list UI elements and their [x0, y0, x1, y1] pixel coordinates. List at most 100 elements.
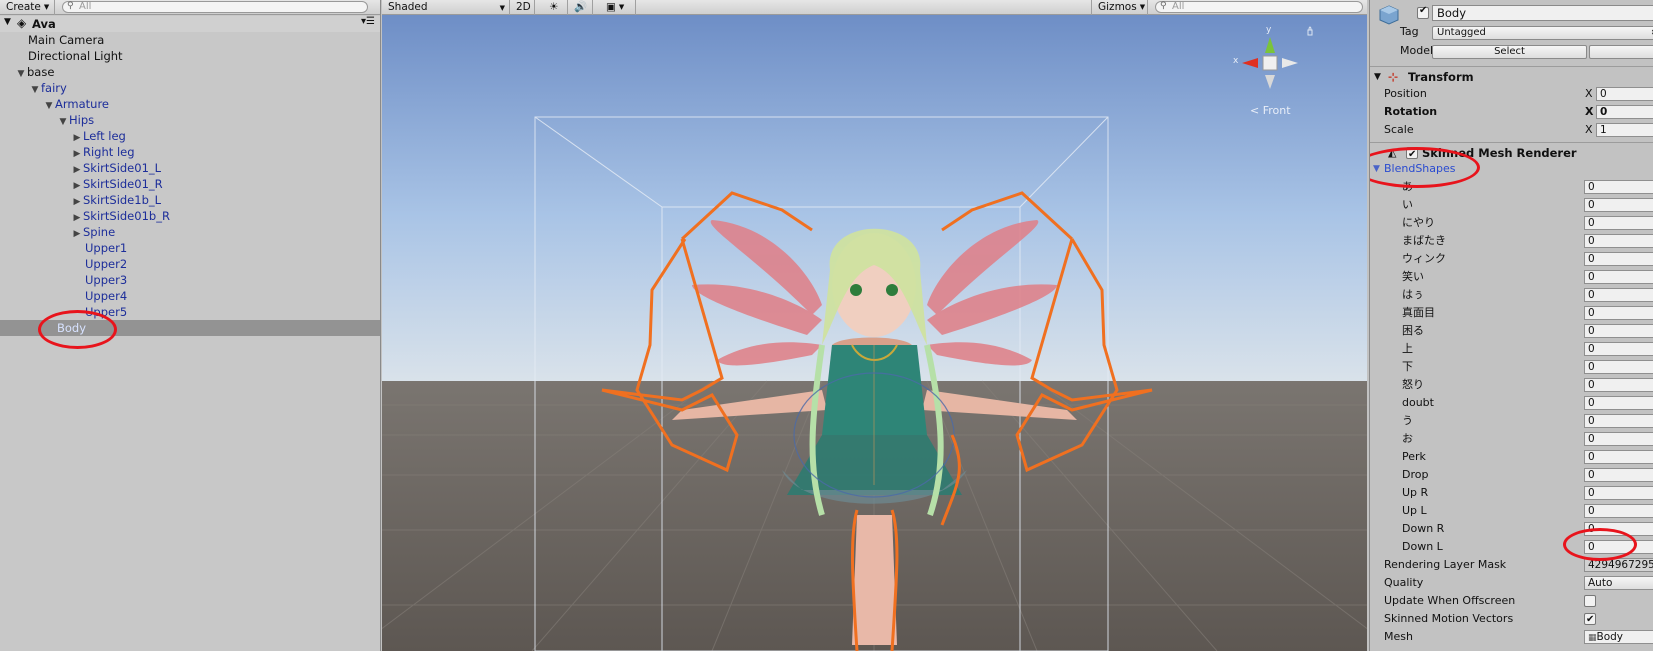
audio-toggle-icon[interactable]: 🔊 [568, 0, 593, 15]
hierarchy-item-spine[interactable]: ▶ Spine [0, 224, 380, 240]
smr-enabled-checkbox[interactable] [1406, 145, 1418, 165]
skinned-mesh-renderer-header[interactable]: ◭ Skinned Mesh Renderer [1370, 142, 1653, 165]
scene-menu-icon[interactable]: ▾☰ [361, 16, 375, 27]
blendshape-value-field[interactable]: 0 [1584, 414, 1653, 428]
expand-arrow-icon[interactable]: ▼ [4, 17, 11, 27]
blendshape-value-field[interactable]: 0 [1584, 432, 1653, 446]
scene-view[interactable]: Shaded ▼ 2D ☀ 🔊 ▣ ▼ Gizmos ▼ ⚲ All y x <… [382, 0, 1367, 651]
blendshape-value-field[interactable]: 0 [1584, 252, 1653, 266]
blendshape-value-field[interactable]: 0 [1584, 378, 1653, 392]
transform-header[interactable]: ▼ ⊹ Transform [1370, 66, 1653, 86]
hierarchy-item-skirtside1b-l[interactable]: ▶ SkirtSide1b_L [0, 192, 380, 208]
update-offscreen-checkbox[interactable] [1584, 595, 1596, 607]
rendering-layer-mask-field[interactable]: 4294967295 [1584, 558, 1653, 572]
blendshape-row: い0 [1370, 196, 1653, 214]
blendshape-value-field[interactable]: 0 [1584, 522, 1653, 536]
blendshape-value-field[interactable]: 0 [1584, 306, 1653, 320]
hierarchy-item-label: Left leg [83, 129, 126, 143]
select-label: Select [1494, 46, 1525, 57]
blendshape-value-field[interactable]: 0 [1584, 270, 1653, 284]
blendshape-row: Up R 0 [1370, 484, 1653, 502]
hierarchy-item-upper4[interactable]: Upper4 [0, 288, 380, 304]
blendshape-value-field[interactable]: 0 [1584, 468, 1653, 482]
blendshape-value-field[interactable]: 0 [1584, 234, 1653, 248]
blendshape-value-field[interactable]: 0 [1584, 450, 1653, 464]
gizmo-axis-y: y [1266, 25, 1272, 35]
2d-toggle[interactable]: 2D [510, 0, 535, 15]
mesh-field[interactable]: ▦Body [1584, 630, 1653, 644]
blendshape-row: あ0 [1370, 178, 1653, 196]
model-open-button[interactable] [1589, 45, 1653, 59]
hierarchy-search-placeholder: All [79, 1, 92, 12]
mesh-label: Mesh [1384, 630, 1413, 643]
quality-label: Quality [1384, 576, 1424, 589]
hierarchy-item-label: SkirtSide01_R [83, 177, 163, 191]
skinned-motion-vectors-label: Skinned Motion Vectors [1384, 612, 1514, 625]
scale-x-field[interactable]: 1 [1596, 123, 1653, 137]
object-name-field[interactable]: Body [1432, 5, 1653, 21]
model-select-button[interactable]: Select [1432, 45, 1587, 59]
lighting-toggle-icon[interactable]: ☀ [543, 0, 568, 15]
blendshape-name: 下 [1402, 360, 1413, 373]
hierarchy-item-skirtside01b-r[interactable]: ▶ SkirtSide01b_R [0, 208, 380, 224]
axis-x-label: X [1585, 123, 1593, 136]
quality-dropdown[interactable]: Auto [1584, 576, 1653, 590]
skinned-motion-vectors-checkbox[interactable] [1584, 611, 1596, 629]
hierarchy-item-hips[interactable]: ▼ Hips [0, 112, 380, 128]
shading-mode-dropdown[interactable]: Shaded ▼ [382, 0, 510, 15]
blendshape-value-field[interactable]: 0 [1584, 504, 1653, 518]
hierarchy-item-armature[interactable]: ▼ Armature [0, 96, 380, 112]
hierarchy-item-label: fairy [41, 81, 67, 95]
hierarchy-toolbar: Create ▼ ⚲ All [0, 0, 380, 15]
transform-title: Transform [1408, 70, 1474, 84]
hierarchy-item-left-leg[interactable]: ▶ Left leg [0, 128, 380, 144]
view-label[interactable]: < Front [1250, 104, 1291, 117]
hierarchy-item-base[interactable]: ▼ base [0, 64, 380, 80]
hierarchy-item-body[interactable]: Body [0, 320, 380, 336]
rotation-x-field[interactable]: 0 [1596, 105, 1653, 119]
hierarchy-item-upper1[interactable]: Upper1 [0, 240, 380, 256]
rotation-label: Rotation [1384, 105, 1438, 118]
blendshape-value-field[interactable]: 0 [1584, 360, 1653, 374]
blendshape-value-field[interactable]: 0 [1584, 342, 1653, 356]
hierarchy-item-upper3[interactable]: Upper3 [0, 272, 380, 288]
active-checkbox[interactable] [1417, 5, 1429, 19]
tag-dropdown[interactable]: Untagged⇕ [1432, 26, 1653, 40]
hierarchy-item-skirtside01-l[interactable]: ▶ SkirtSide01_L [0, 160, 380, 176]
blendshape-value-field[interactable]: 0 [1584, 198, 1653, 212]
blendshape-row: 下0 [1370, 358, 1653, 376]
create-button[interactable]: Create ▼ [0, 0, 55, 15]
blendshape-value-field[interactable]: 0 [1584, 288, 1653, 302]
expand-arrow-icon[interactable]: ▼ [1373, 160, 1380, 178]
scene-search-placeholder: All [1172, 1, 1185, 12]
mesh-row: Mesh ▦Body [1370, 628, 1653, 646]
blendshape-value-field[interactable]: 0 [1584, 324, 1653, 338]
hierarchy-item-skirtside01-r[interactable]: ▶ SkirtSide01_R [0, 176, 380, 192]
blendshape-value-field[interactable]: 0 [1584, 216, 1653, 230]
hierarchy-item-label: Directional Light [28, 49, 123, 63]
scene-name: Ava [32, 17, 56, 31]
hierarchy-item-right-leg[interactable]: ▶ Right leg [0, 144, 380, 160]
search-icon: ⚲ [67, 1, 74, 11]
scene-header-row[interactable]: ▼ ◈ Ava ▾☰ [0, 16, 380, 32]
hierarchy-item-directional-light[interactable]: Directional Light [0, 48, 380, 64]
scene-search-input[interactable]: ⚲ All [1155, 1, 1363, 13]
hierarchy-item-main-camera[interactable]: Main Camera [0, 32, 380, 48]
position-x-field[interactable]: 0 [1596, 87, 1653, 101]
blendshape-value-field[interactable]: 0 [1584, 396, 1653, 410]
scene-viewport[interactable]: y x < Front [382, 15, 1367, 651]
hierarchy-item-upper2[interactable]: Upper2 [0, 256, 380, 272]
blendshape-value-field[interactable]: 0 [1584, 180, 1653, 194]
gizmos-dropdown[interactable]: Gizmos ▼ [1091, 0, 1148, 15]
gizmo-axis-x: x [1233, 56, 1239, 66]
effects-toggle-icon[interactable]: ▣ ▼ [600, 0, 636, 15]
blendshapes-foldout[interactable]: ▼ BlendShapes [1370, 160, 1653, 178]
mesh-icon: ▦ [1588, 633, 1597, 643]
expand-arrow-icon[interactable]: ▼ [1374, 67, 1381, 87]
hierarchy-search-input[interactable]: ⚲ All [62, 1, 368, 13]
hierarchy-item-upper5[interactable]: Upper5 [0, 304, 380, 320]
blendshape-row: Up L 0 [1370, 502, 1653, 520]
hierarchy-item-fairy[interactable]: ▼ fairy [0, 80, 380, 96]
blendshape-value-field[interactable]: 0 [1584, 486, 1653, 500]
blendshape-value-field[interactable]: 0 [1584, 540, 1653, 554]
